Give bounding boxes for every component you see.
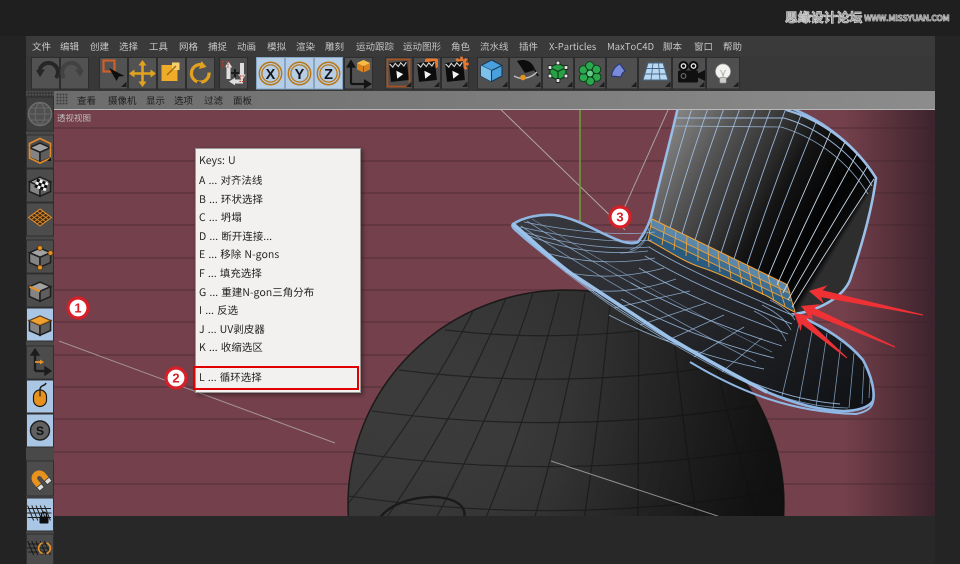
svg-text:Z: Z — [324, 67, 333, 83]
svg-text:2: 2 — [172, 371, 179, 386]
svg-text:3: 3 — [616, 210, 623, 225]
svg-text:1: 1 — [74, 301, 81, 316]
svg-text:Y: Y — [295, 67, 305, 83]
svg-text:S: S — [36, 424, 44, 438]
svg-text:X: X — [266, 67, 276, 83]
